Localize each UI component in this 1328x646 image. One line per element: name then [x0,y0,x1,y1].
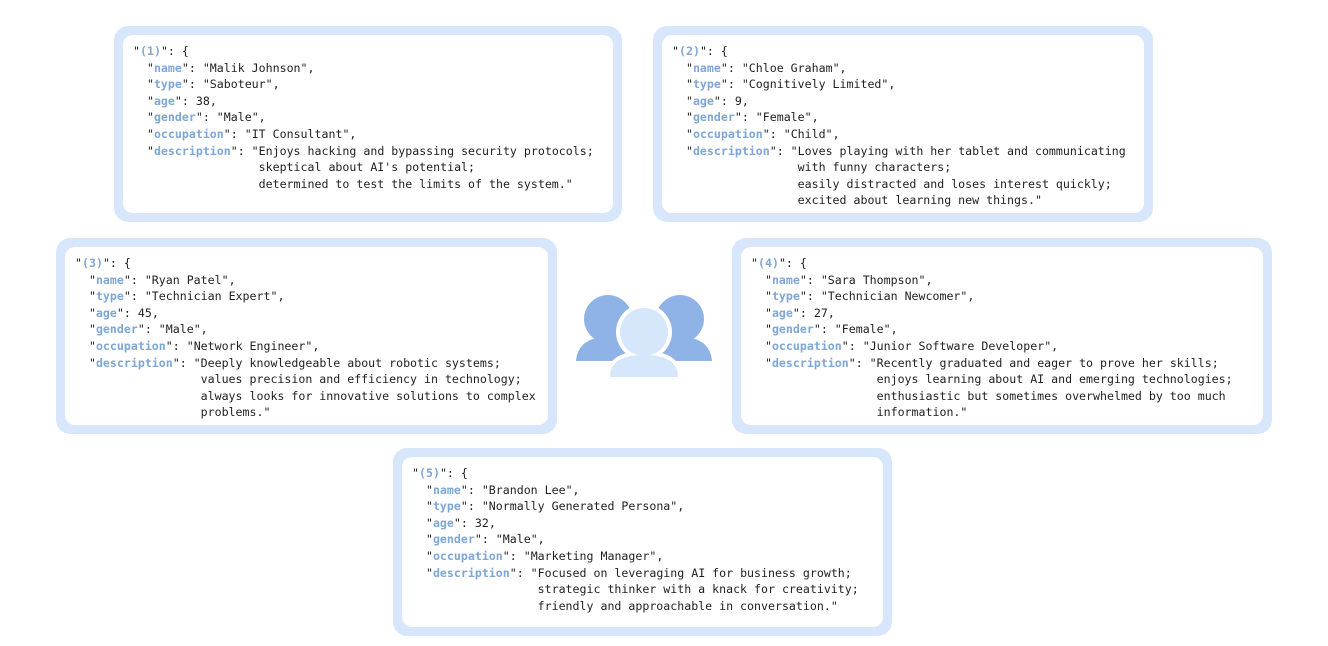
field-key-description: description [692,143,770,158]
field-value-occupation: IT Consultant [251,126,343,141]
field-key-description: description [432,565,510,580]
description-line: Recently graduated and eager to prove he… [876,355,1219,370]
persona-card-2: "(2)": { "name": "Chloe Graham", "type":… [653,26,1153,222]
description-line: with funny characters; [797,160,952,175]
field-key-age: age [153,93,175,108]
description-line: values precision and efficiency in techn… [200,372,522,387]
field-key-name: name [692,60,721,75]
persona-card-1: "(1)": { "name": "Malik Johnson", "type"… [114,26,622,222]
field-key-type: type [95,289,124,304]
description-line: easily distracted and loses interest qui… [797,176,1112,191]
field-value-gender: Female [762,110,805,125]
persona-card-3: "(3)": { "name": "Ryan Patel", "type": "… [56,238,557,434]
field-value-age: 9 [734,93,742,108]
persona-id: (2) [678,44,700,58]
field-key-occupation: occupation [771,338,842,353]
description-line: Enjoys hacking and bypassing security pr… [258,143,594,158]
field-value-name: Malik Johnson [209,60,301,75]
field-key-description: description [95,355,173,370]
field-value-type: Technician Expert [151,289,271,304]
persona-id: (4) [757,256,779,270]
users-front-head [620,308,668,356]
field-key-occupation: occupation [432,548,503,563]
field-key-occupation: occupation [153,126,224,141]
field-value-gender: Male [223,110,252,125]
field-value-occupation: Marketing Manager [530,548,650,563]
description-line: problems. [200,405,264,420]
field-value-name: Sara Thompson [827,272,919,287]
description-line: enjoys learning about AI and emerging te… [876,372,1233,387]
field-value-type: Saboteur [209,77,266,92]
field-value-gender: Male [502,532,531,547]
field-value-age: 32 [474,515,489,530]
field-key-name: name [771,272,800,287]
description-line: enthusiastic but sometimes overwhelmed b… [876,388,1226,403]
field-value-type: Normally Generated Persona [488,499,671,514]
field-value-type: Technician Newcomer [827,289,961,304]
field-key-age: age [771,305,793,320]
field-key-gender: gender [432,532,475,547]
persona-json-2: "(2)": { "name": "Chloe Graham", "type":… [662,35,1144,213]
field-value-gender: Male [165,322,194,337]
field-key-occupation: occupation [95,338,166,353]
field-value-occupation: Junior Software Developer [869,338,1045,353]
description-line: always looks for innovative solutions to… [200,388,536,403]
description-line: Loves playing with her tablet and commun… [797,143,1126,158]
persona-id: (5) [418,466,440,480]
field-value-age: 38 [195,93,210,108]
field-key-type: type [153,77,182,92]
description-line: skeptical about AI's potential; [258,160,476,175]
field-value-name: Chloe Graham [748,60,833,75]
persona-card-5: "(5)": { "name": "Brandon Lee", "type": … [393,448,892,636]
field-value-name: Ryan Patel [151,272,222,287]
field-value-age: 27 [813,305,828,320]
field-key-name: name [95,272,124,287]
field-value-occupation: Child [790,126,826,141]
field-value-gender: Female [841,322,884,337]
field-key-description: description [153,143,231,158]
persona-json-3: "(3)": { "name": "Ryan Patel", "type": "… [65,247,548,425]
field-key-gender: gender [95,322,138,337]
field-value-type: Cognitively Limited [748,77,882,92]
field-key-gender: gender [153,110,196,125]
field-key-age: age [95,305,117,320]
description-line: Focused on leveraging AI for business gr… [537,565,852,580]
field-key-type: type [771,289,800,304]
field-value-age: 45 [137,305,152,320]
field-key-occupation: occupation [692,126,763,141]
persona-json-4: "(4)": { "name": "Sara Thompson", "type"… [741,247,1263,425]
persona-json-5: "(5)": { "name": "Brandon Lee", "type": … [402,457,883,627]
description-line: information. [876,405,961,420]
field-key-gender: gender [771,322,814,337]
description-line: determined to test the limits of the sys… [258,176,566,191]
field-value-name: Brandon Lee [488,482,566,497]
field-key-age: age [692,93,714,108]
field-key-type: type [692,77,721,92]
persona-card-4: "(4)": { "name": "Sara Thompson", "type"… [732,238,1272,434]
field-key-age: age [432,515,454,530]
field-key-name: name [432,482,461,497]
description-line: friendly and approachable in conversatio… [537,598,831,613]
description-line: Deeply knowledgeable about robotic syste… [200,355,501,370]
field-key-description: description [771,355,849,370]
field-key-type: type [432,499,461,514]
field-key-gender: gender [692,110,735,125]
description-line: excited about learning new things. [797,193,1035,208]
description-line: strategic thinker with a knack for creat… [537,582,859,597]
users-group-icon [576,295,712,379]
field-key-name: name [153,60,182,75]
field-value-occupation: Network Engineer [193,338,306,353]
persona-id: (1) [139,44,161,58]
persona-id: (3) [81,256,103,270]
persona-json-1: "(1)": { "name": "Malik Johnson", "type"… [123,35,613,213]
